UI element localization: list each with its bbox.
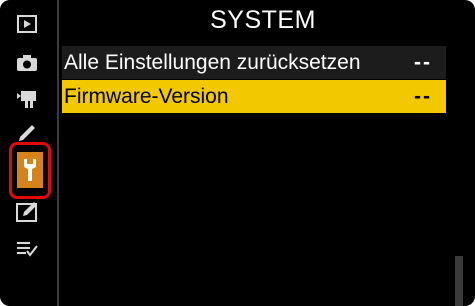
menu-item-value: -- — [414, 85, 432, 108]
play-icon[interactable] — [14, 11, 40, 37]
menu-item-label: Alle Einstellungen zurücksetzen — [64, 51, 361, 74]
menu-item-label: Firmware-Version — [64, 85, 229, 108]
camera-menu-screen: SYSTEM Alle Einstellungen zurücksetzen -… — [0, 0, 475, 306]
selection-highlight-outline — [9, 142, 51, 199]
page-title: SYSTEM — [210, 6, 316, 34]
scrollbar-thumb[interactable] — [455, 46, 463, 256]
sidebar-divider — [57, 0, 59, 306]
movie-camera-icon[interactable] — [14, 86, 40, 112]
menu-item-value: -- — [414, 51, 432, 74]
my-menu-icon[interactable] — [14, 236, 40, 262]
menu-item-firmware-version[interactable]: Firmware-Version -- — [62, 80, 446, 113]
menu-sidebar — [0, 0, 57, 306]
retouch-icon[interactable] — [14, 199, 40, 225]
camera-icon[interactable] — [14, 50, 40, 76]
menu-item-reset-all-settings[interactable]: Alle Einstellungen zurücksetzen -- — [62, 46, 446, 79]
